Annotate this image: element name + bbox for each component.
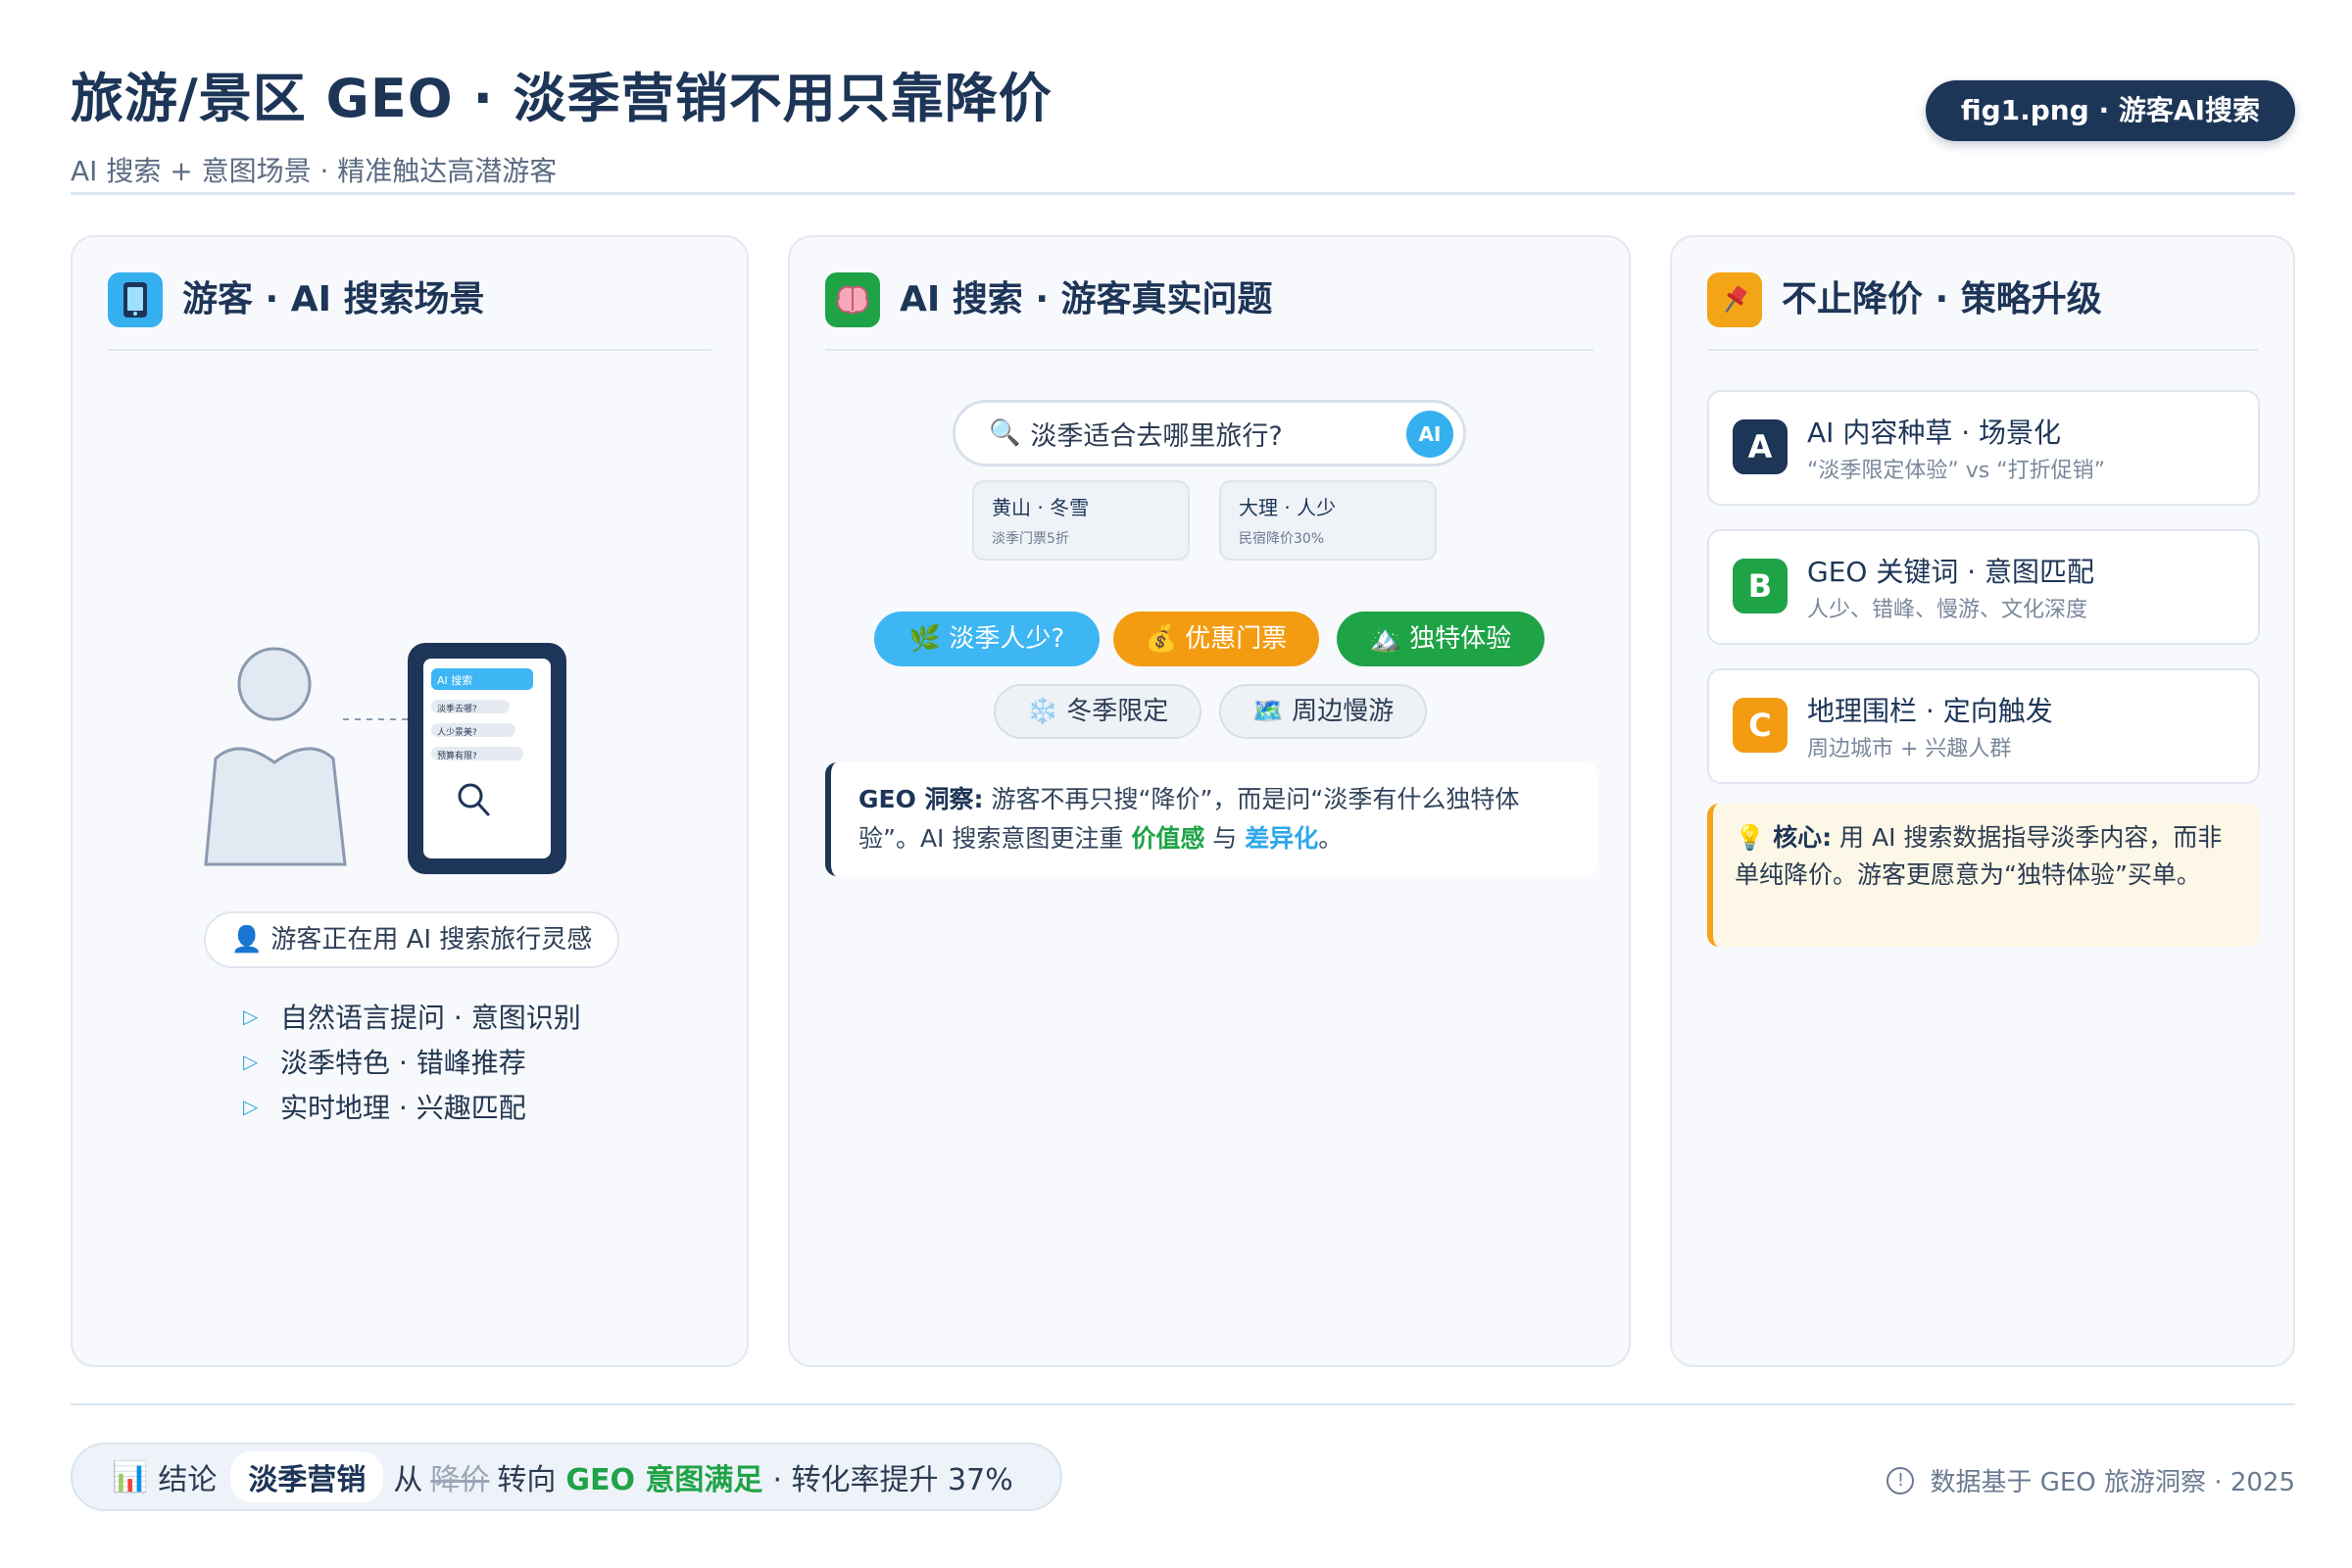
- strategy-badge: B: [1733, 559, 1788, 613]
- triangle-bullet-icon: ▷: [243, 1004, 259, 1028]
- list-item: ▷ 淡季特色 · 错峰推荐: [243, 1047, 526, 1079]
- tourist-scenario-panel: 游客 · AI 搜索场景 AI 搜索 淡季去哪? 人少景美? 预算有限? 👤 游…: [71, 235, 749, 1367]
- core-callout: 💡 核心: 用 AI 搜索数据指导淡季内容，而非单纯降价。游客更愿意为“独特体验…: [1707, 804, 2260, 947]
- search-input[interactable]: 🔍 淡季适合去哪里旅行? AI: [953, 400, 1466, 466]
- conclusion-tag: 淡季营销: [230, 1451, 384, 1502]
- footer-divider: [71, 1403, 2295, 1405]
- search-query: 淡季适合去哪里旅行?: [1030, 420, 1283, 452]
- phone-line: 预算有限?: [437, 752, 477, 761]
- page-subtitle: AI 搜索 + 意图场景 · 精准触达高潜游客: [71, 155, 558, 187]
- chip-offseason-crowd[interactable]: 🌿 淡季人少?: [874, 612, 1100, 666]
- feature-list: ▷ 自然语言提问 · 意图识别 ▷ 淡季特色 · 错峰推荐 ▷ 实时地理 · 兴趣匹配: [243, 994, 581, 1129]
- info-icon: !: [1886, 1466, 1915, 1494]
- header-divider: [71, 192, 2295, 195]
- strategy-card-c[interactable]: C 地理围栏 · 定向触发 周边城市 + 兴趣人群: [1707, 668, 2260, 784]
- strategy-card-a[interactable]: A AI 内容种草 · 场景化 “淡季限定体验” vs “打折促销”: [1707, 390, 2260, 506]
- figure-label-badge: fig1.png · 游客AI搜索: [1925, 80, 2295, 141]
- user-icon: 👤: [230, 925, 264, 955]
- ai-search-panel: AI 搜索 · 游客真实问题 🔍 淡季适合去哪里旅行? AI 黄山 · 冬雪 淡…: [788, 235, 1631, 1367]
- list-item: ▷ 实时地理 · 兴趣匹配: [243, 1092, 526, 1124]
- tourist-phone-illustration: [204, 643, 566, 874]
- strategy-badge: A: [1733, 419, 1788, 474]
- brain-icon: [825, 272, 880, 327]
- panel-header: 不止降价 · 策略升级: [1707, 272, 2258, 351]
- strategy-badge: C: [1733, 698, 1788, 753]
- insight-label: GEO 洞察:: [858, 785, 984, 813]
- chip-unique-experience[interactable]: 🏔️ 独特体验: [1337, 612, 1544, 666]
- chip-winter-limited[interactable]: ❄️ 冬季限定: [994, 684, 1201, 739]
- geo-insight-callout: GEO 洞察: 游客不再只搜“降价”，而是问“淡季有什么独特体验”。AI 搜索意…: [825, 762, 1597, 876]
- status-text: 游客正在用 AI 搜索旅行灵感: [270, 925, 593, 955]
- source-note: ! 数据基于 GEO 旅游洞察 · 2025: [1886, 1462, 2295, 1498]
- header: 旅游/景区 GEO · 淡季营销不用只靠降价 AI 搜索 + 意图场景 · 精准…: [71, 55, 2295, 196]
- lightbulb-icon: 💡: [1735, 823, 1766, 852]
- bar-chart-icon: 📊: [112, 1459, 149, 1494]
- panel-title: 不止降价 · 策略升级: [1782, 279, 2102, 319]
- strategy-panel: 不止降价 · 策略升级 A AI 内容种草 · 场景化 “淡季限定体验” vs …: [1670, 235, 2295, 1367]
- status-pill: 👤 游客正在用 AI 搜索旅行灵感: [204, 911, 619, 968]
- phone-line: 淡季去哪?: [437, 705, 477, 714]
- strategy-card-b[interactable]: B GEO 关键词 · 意图匹配 人少、错峰、慢游、文化深度: [1707, 529, 2260, 645]
- panel-title: AI 搜索 · 游客真实问题: [900, 279, 1273, 319]
- triangle-bullet-icon: ▷: [243, 1095, 259, 1118]
- conclusion-bar: 📊 结论 淡季营销 从 降价 转向 GEO 意图满足 · 转化率提升 37%: [71, 1443, 1062, 1511]
- ai-badge[interactable]: AI: [1406, 411, 1453, 458]
- list-item: ▷ 自然语言提问 · 意图识别: [243, 1002, 581, 1034]
- panel-header: AI 搜索 · 游客真实问题: [825, 272, 1593, 351]
- chip-nearby-slow-travel[interactable]: 🗺️ 周边慢游: [1219, 684, 1427, 739]
- chip-discount-ticket[interactable]: 💰 优惠门票: [1113, 612, 1319, 666]
- person-head-icon: [237, 647, 312, 721]
- search-icon: 🔍: [989, 418, 1021, 448]
- phone-line: 人少景美?: [437, 728, 477, 738]
- search-result-card[interactable]: 大理 · 人少 民宿降价30%: [1219, 480, 1437, 561]
- triangle-bullet-icon: ▷: [243, 1050, 259, 1073]
- pin-icon: [1707, 272, 1762, 327]
- phone-header-text: AI 搜索: [437, 674, 473, 687]
- person-body-icon: [204, 747, 347, 866]
- search-result-card[interactable]: 黄山 · 冬雪 淡季门票5折: [972, 480, 1190, 561]
